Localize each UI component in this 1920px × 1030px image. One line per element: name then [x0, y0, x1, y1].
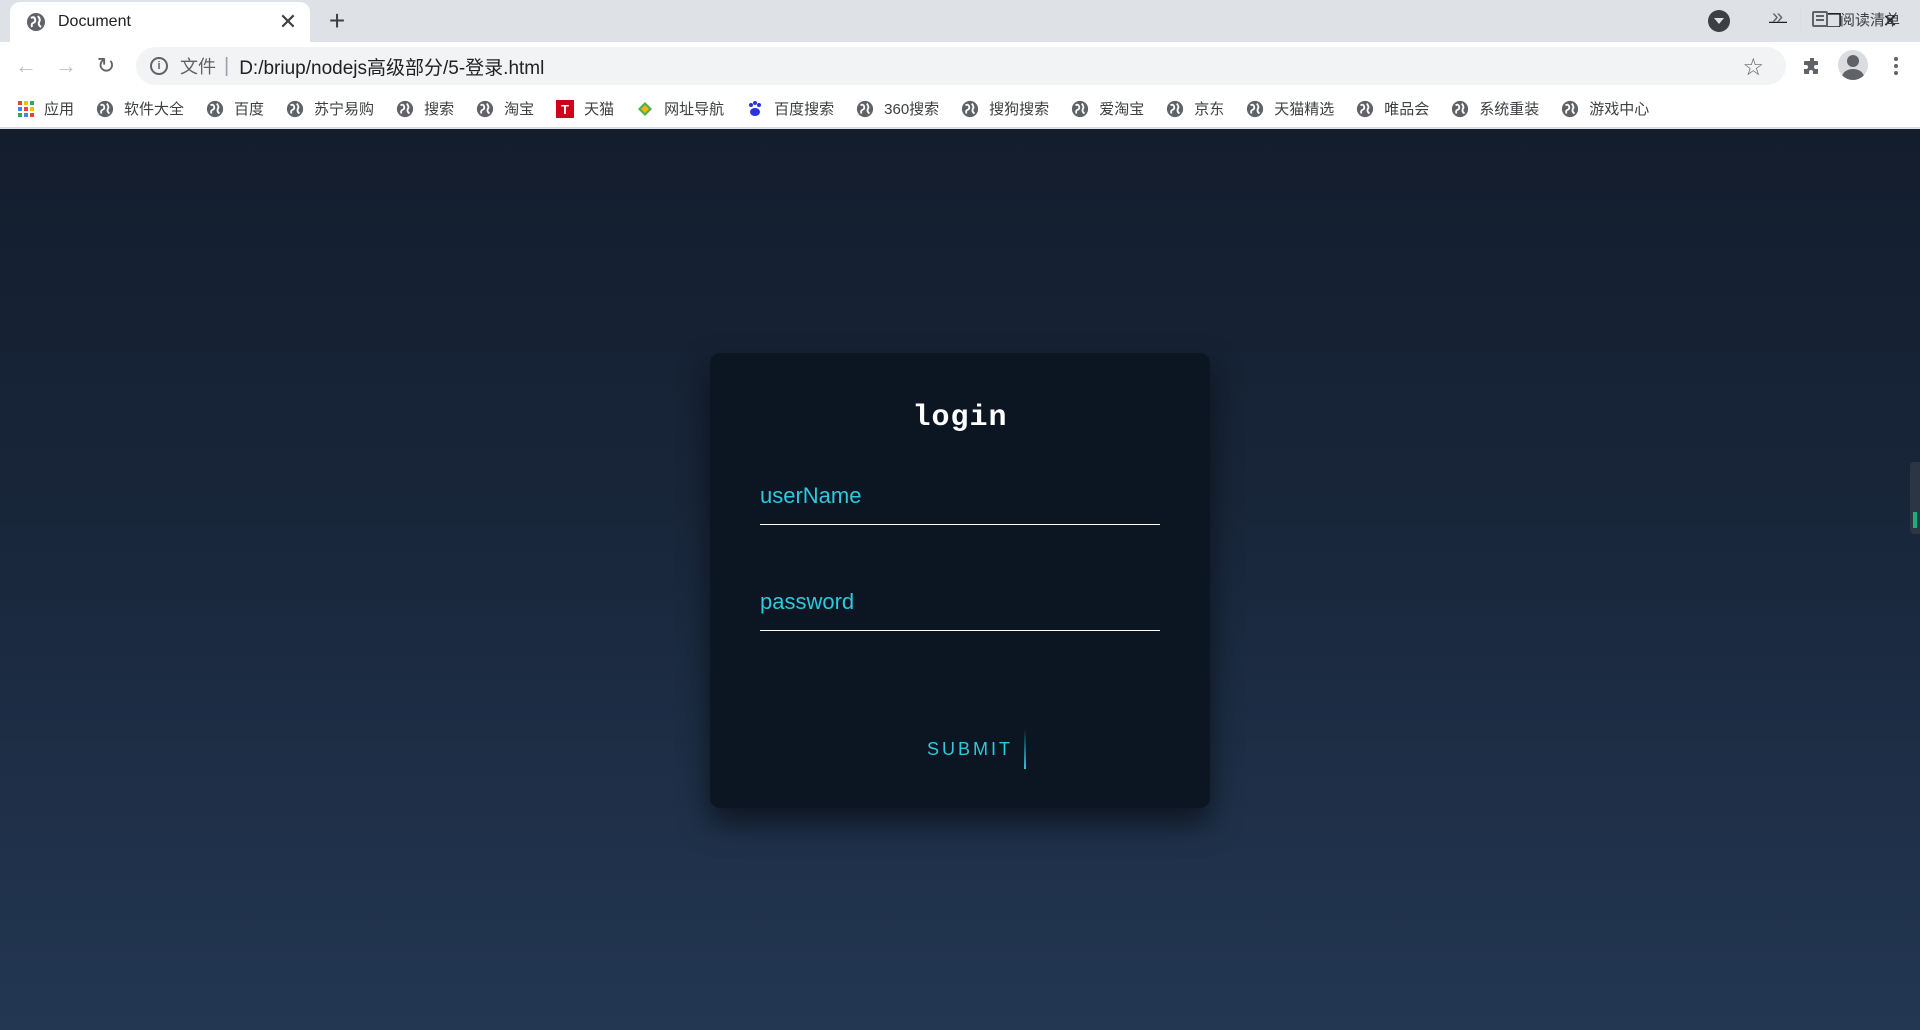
globe-icon [1451, 100, 1469, 118]
globe-icon [1356, 100, 1374, 118]
globe-icon [96, 100, 114, 118]
bookmark-label: 搜狗搜索 [989, 101, 1050, 118]
info-icon[interactable]: i [150, 57, 168, 75]
extensions-icon[interactable] [1796, 50, 1828, 82]
profile-avatar[interactable] [1838, 50, 1868, 80]
bookmark-label: 软件大全 [124, 101, 185, 118]
nav-icon [636, 100, 654, 118]
url-text[interactable]: D:/briup/nodejs高级部分/5-登录.html [239, 53, 544, 80]
forward-button[interactable]: → [50, 50, 82, 82]
bookmark-item[interactable]: 天猫精选 [1246, 98, 1334, 119]
globe-icon [856, 100, 874, 118]
baidu-paw-icon [746, 100, 764, 118]
bookmark-label: 系统重装 [1479, 101, 1540, 118]
svg-text:T: T [561, 102, 569, 117]
reading-list-icon [1812, 11, 1828, 27]
globe-icon [1561, 100, 1579, 118]
submit-animation-line [1024, 729, 1026, 769]
bookmark-label: 爱淘宝 [1099, 101, 1145, 118]
bookmark-label: 天猫精选 [1274, 101, 1335, 118]
tab-close-icon[interactable]: ✕ [274, 8, 302, 36]
back-button[interactable]: ← [10, 50, 42, 82]
globe-icon [961, 100, 979, 118]
globe-icon [286, 100, 304, 118]
bookmark-label: 360搜索 [884, 101, 940, 118]
bookmarks-divider [1800, 8, 1801, 30]
globe-icon [1166, 100, 1184, 118]
reading-list-label: 阅读清单 [1840, 11, 1901, 29]
bookmark-item[interactable]: T 天猫 [556, 98, 614, 119]
login-card: login userName password SUBMIT [710, 353, 1210, 808]
bookmark-item[interactable]: 应用 [18, 98, 74, 119]
bookmark-star-icon[interactable]: ☆ [1742, 53, 1764, 82]
tab-title: Document [58, 13, 131, 30]
globe-icon [206, 100, 224, 118]
more-menu-icon[interactable] [1880, 50, 1912, 82]
bookmarks-overflow-icon[interactable]: » [1772, 6, 1783, 29]
bookmark-item[interactable]: 软件大全 [96, 98, 184, 119]
globe-icon [1246, 100, 1264, 118]
password-input[interactable] [760, 580, 1160, 630]
bookmark-item[interactable]: 百度搜索 [746, 98, 834, 119]
username-input[interactable] [760, 474, 1160, 524]
bookmark-label: 游戏中心 [1589, 101, 1650, 118]
bookmark-item[interactable]: 搜狗搜索 [961, 98, 1049, 119]
login-title: login [912, 401, 1008, 435]
side-panel-handle[interactable] [1910, 462, 1920, 534]
bookmark-label: 苏宁易购 [314, 101, 375, 118]
bookmark-item[interactable]: 爱淘宝 [1071, 98, 1144, 119]
globe-icon [476, 100, 494, 118]
bookmark-label: 百度 [234, 101, 265, 118]
bookmark-label: 网址导航 [664, 101, 725, 118]
address-bar[interactable]: i 文件 | D:/briup/nodejs高级部分/5-登录.html ☆ [136, 47, 1786, 85]
bookmark-item[interactable]: 系统重装 [1451, 98, 1539, 119]
globe-icon [26, 12, 46, 32]
reading-list-button[interactable]: 阅读清单 [1812, 0, 1900, 38]
bookmark-item[interactable]: 百度 [206, 98, 264, 119]
url-separator: | [224, 54, 230, 77]
bookmark-item[interactable]: 游戏中心 [1561, 98, 1649, 119]
apps-grid-icon [18, 100, 34, 117]
browser-toolbar: ← → ↻ i 文件 | D:/briup/nodejs高级部分/5-登录.ht… [0, 42, 1920, 90]
tmall-icon: T [556, 99, 575, 118]
bookmark-item[interactable]: 搜索 [396, 98, 454, 119]
username-field[interactable]: userName [760, 473, 1160, 525]
bookmark-label: 京东 [1194, 101, 1225, 118]
bookmark-label: 天猫 [584, 101, 615, 118]
globe-icon [1071, 100, 1089, 118]
bookmark-item[interactable]: 苏宁易购 [286, 98, 374, 119]
globe-icon [396, 100, 414, 118]
tab-search-icon[interactable] [1708, 10, 1730, 32]
password-field[interactable]: password [760, 579, 1160, 631]
page-content: login userName password SUBMIT [0, 129, 1920, 1030]
bookmark-item[interactable]: 淘宝 [476, 98, 534, 119]
bookmark-label: 唯品会 [1384, 101, 1430, 118]
new-tab-button[interactable]: + [322, 5, 352, 36]
bookmark-label: 百度搜索 [774, 101, 835, 118]
browser-tab[interactable]: Document ✕ [10, 2, 310, 42]
bookmark-item[interactable]: 唯品会 [1356, 98, 1429, 119]
bookmark-item[interactable]: 360搜索 [856, 98, 939, 119]
bookmarks-bar: 应用 软件大全 百度 苏宁易购 搜索 淘宝 T 天猫 网址导航 百度搜索 360搜索 搜狗搜索 爱淘宝 京… [0, 90, 1920, 128]
title-bar: Document ✕ + — ❐ ✕ [0, 0, 1920, 42]
bookmark-label: 淘宝 [504, 101, 535, 118]
reload-button[interactable]: ↻ [90, 50, 122, 82]
submit-button[interactable]: SUBMIT [910, 729, 1030, 769]
bookmark-label: 应用 [44, 101, 75, 118]
bookmark-item[interactable]: 网址导航 [636, 98, 724, 119]
bookmark-label: 搜索 [424, 101, 455, 118]
bookmark-item[interactable]: 京东 [1166, 98, 1224, 119]
scheme-label: 文件 [180, 57, 216, 77]
